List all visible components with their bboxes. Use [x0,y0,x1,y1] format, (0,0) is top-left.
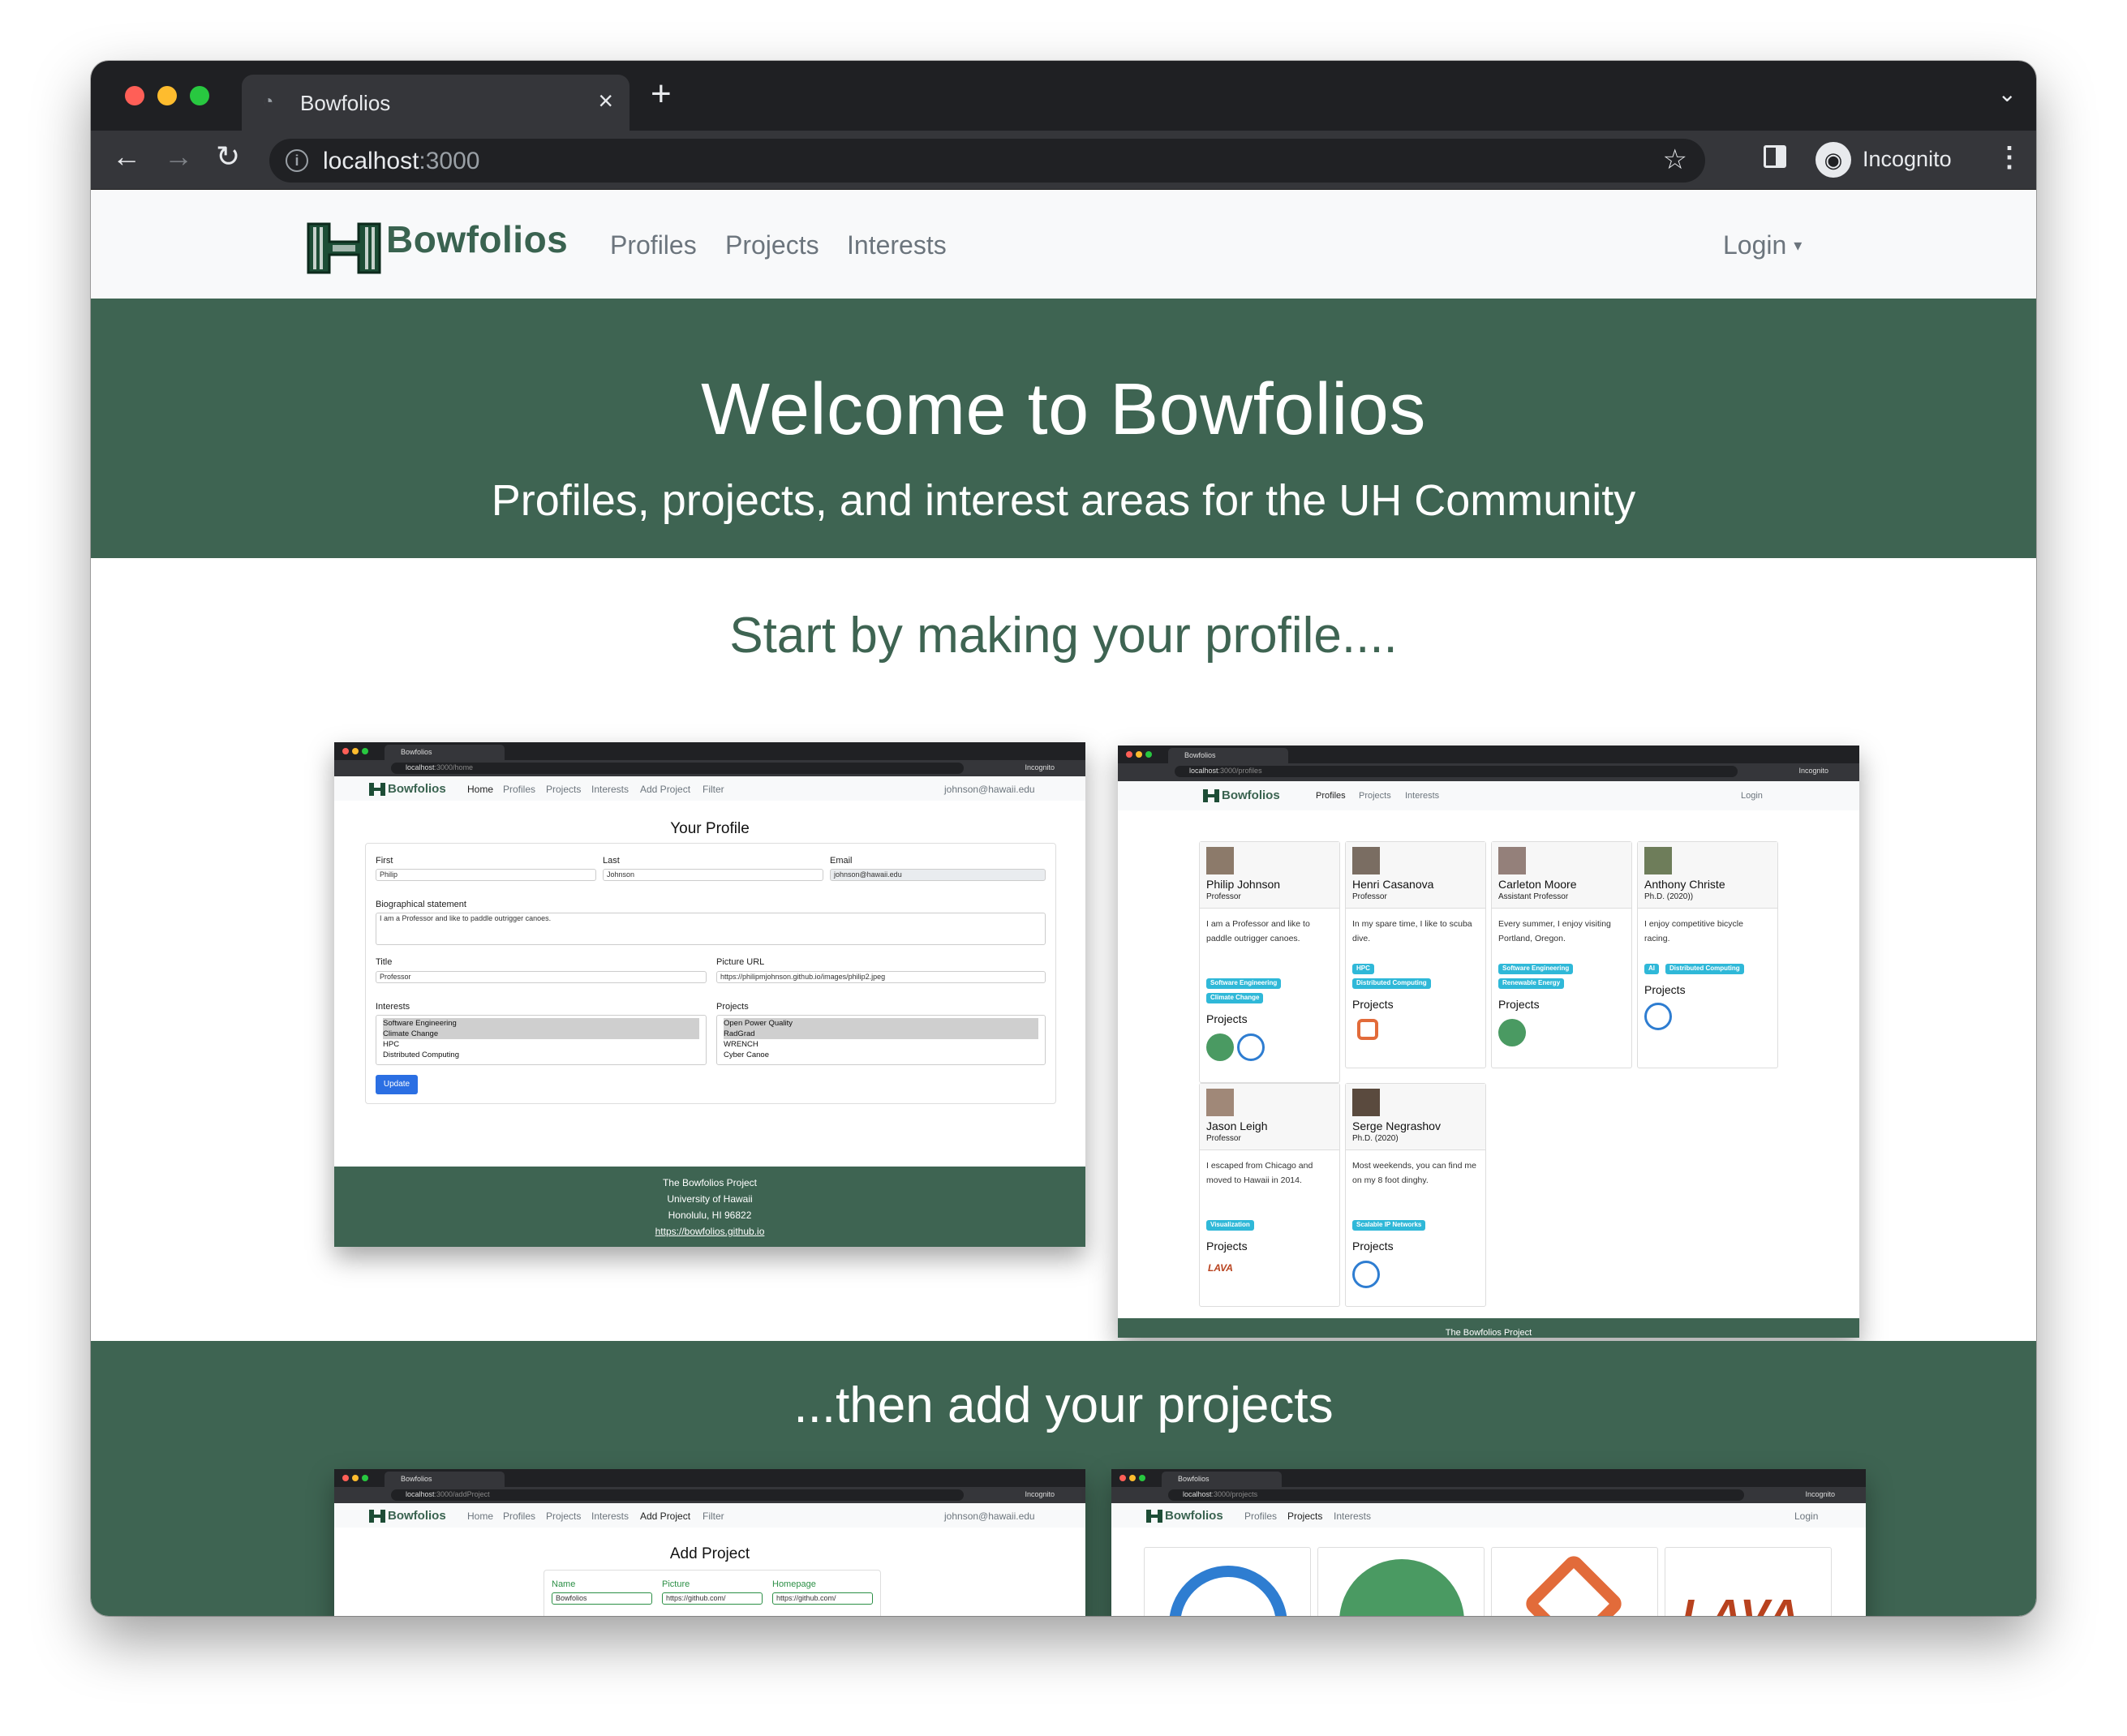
add-project-screenshot: Bowfolios localhost:3000/addProject Inco… [334,1469,1085,1616]
zoom-window-button[interactable] [190,86,209,105]
projects-section: ...then add your projects Bowfolios loca… [91,1341,2036,1616]
hero-subtitle: Profiles, projects, and interest areas f… [491,476,1636,525]
minimize-window-button[interactable] [157,86,177,105]
tab-title: Bowfolios [300,91,391,115]
side-panel-icon[interactable] [1764,145,1786,168]
close-tab-icon[interactable]: × [598,86,613,116]
tab-search-chevron-icon[interactable]: ⌄ [1998,80,2017,107]
forward-arrow-icon[interactable]: → [164,142,193,171]
nav-link-interests[interactable]: Interests [847,230,947,260]
profile-section-heading: Start by making your profile.... [729,608,1398,664]
web-page: Bowfolios Profiles Projects Interests Lo… [91,190,2036,1616]
login-dropdown[interactable]: Login ▾ [1723,230,1802,260]
browser-window: ◔ Bowfolios × + ⌄ ← → ↻ i localhost:3000… [91,61,2036,1616]
projects-page-screenshot: Bowfolios localhost:3000/projects Incogn… [1111,1469,1866,1616]
close-window-button[interactable] [125,86,144,105]
site-info-icon[interactable]: i [286,149,308,172]
reload-icon[interactable]: ↻ [216,142,240,171]
browser-toolbar: ← → ↻ i localhost:3000 ☆ ◉ Incognito ⋮ [91,131,2036,190]
browser-menu-icon[interactable]: ⋮ [1996,144,2023,171]
home-page-screenshot: Bowfolios localhost:3000/home Incognito … [334,742,1085,1247]
mini-tab-title: Bowfolios [401,748,432,756]
profile-section: Start by making your profile.... Bowfoli… [91,558,2036,1341]
site-navbar: Bowfolios Profiles Projects Interests Lo… [91,190,2036,299]
projects-section-heading: ...then add your projects [793,1377,1334,1433]
caret-down-icon: ▾ [1794,237,1803,255]
profiles-page-screenshot: Bowfolios localhost:3000/profiles Incogn… [1118,746,1859,1338]
browser-tab[interactable]: ◔ Bowfolios × [242,75,630,131]
nav-link-profiles[interactable]: Profiles [610,230,697,260]
site-favicon-icon: ◔ [263,91,274,111]
incognito-icon: ◉ [1815,142,1851,178]
address-bar[interactable]: i localhost:3000 ☆ [269,139,1705,183]
url-text[interactable]: localhost:3000 [323,148,479,175]
hero-banner: Welcome to Bowfolios Profiles, projects,… [91,299,2036,558]
back-arrow-icon[interactable]: ← [112,142,141,171]
uh-logo-icon[interactable] [303,217,385,279]
brand-name[interactable]: Bowfolios [386,217,568,261]
nav-link-projects[interactable]: Projects [725,230,819,260]
hero-title: Welcome to Bowfolios [701,369,1426,450]
tab-strip: ◔ Bowfolios × + ⌄ [91,61,2036,131]
new-tab-button[interactable]: + [651,74,672,114]
bookmark-star-icon[interactable]: ☆ [1663,144,1687,176]
